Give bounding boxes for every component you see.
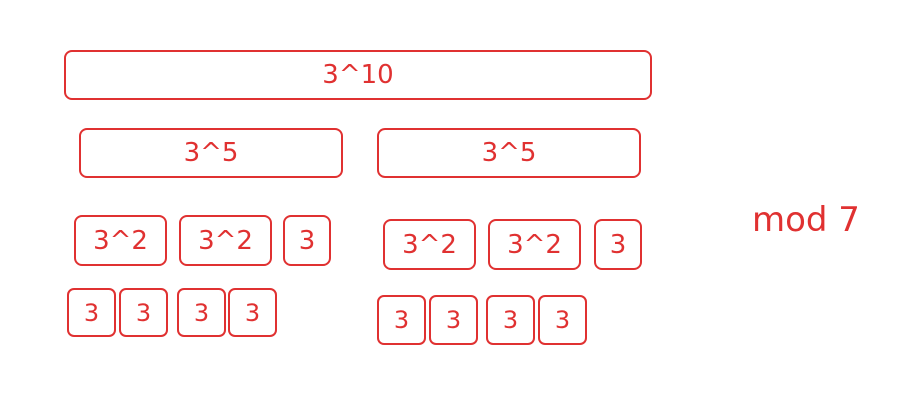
factor-box-3-right-3: 3 <box>486 295 535 345</box>
power-box-3-left: 3 <box>283 215 331 266</box>
power-box-3-5-left: 3^5 <box>79 128 343 178</box>
modulus-label: mod 7 <box>752 200 860 240</box>
factor-box-3-left-2: 3 <box>119 288 168 337</box>
power-box-3-2-left-2: 3^2 <box>179 215 272 266</box>
factor-box-3-right-2: 3 <box>429 295 478 345</box>
factor-box-3-left-4: 3 <box>228 288 277 337</box>
power-box-3-right: 3 <box>594 219 642 270</box>
factor-box-3-left-1: 3 <box>67 288 116 337</box>
power-box-3-5-right: 3^5 <box>377 128 641 178</box>
factor-box-3-right-4: 3 <box>538 295 587 345</box>
power-box-3-2-right-2: 3^2 <box>488 219 581 270</box>
power-box-3-2-left-1: 3^2 <box>74 215 167 266</box>
power-box-3-2-right-1: 3^2 <box>383 219 476 270</box>
factor-box-3-right-1: 3 <box>377 295 426 345</box>
factor-box-3-left-3: 3 <box>177 288 226 337</box>
power-box-3-10: 3^10 <box>64 50 652 100</box>
